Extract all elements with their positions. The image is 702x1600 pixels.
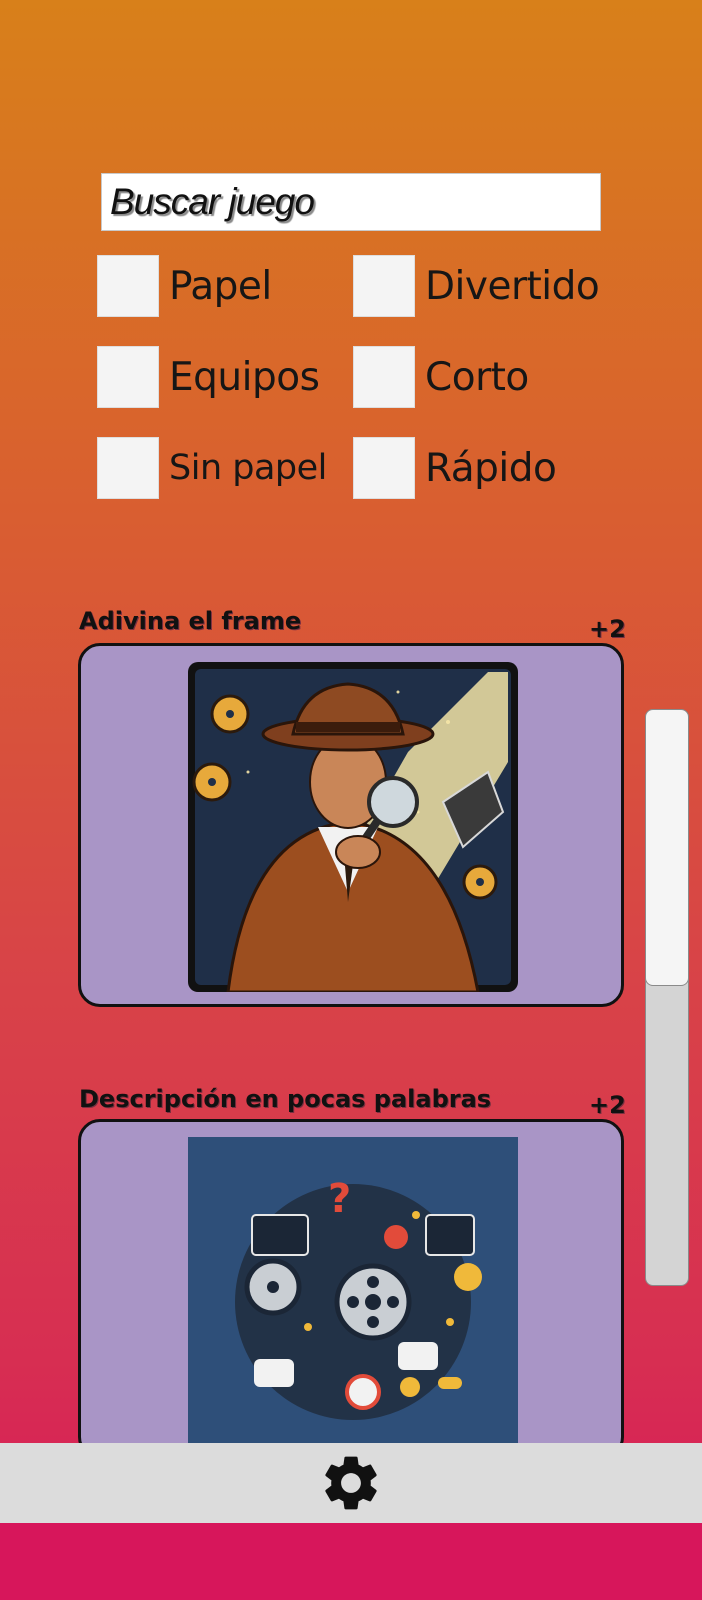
- search-input[interactable]: Buscar juego: [101, 173, 601, 231]
- filter-label: Papel: [169, 263, 272, 309]
- filter-label: Rápido: [425, 445, 557, 491]
- filter-label: Corto: [425, 354, 529, 400]
- checkbox[interactable]: [97, 346, 159, 408]
- checkbox[interactable]: [97, 437, 159, 499]
- bottom-bar: [0, 1443, 702, 1523]
- game-card-adivina-el-frame[interactable]: [78, 643, 624, 1007]
- checkbox[interactable]: [353, 255, 415, 317]
- detective-film-icon: [188, 662, 518, 992]
- checkbox[interactable]: [353, 346, 415, 408]
- game-count-badge: +2: [589, 615, 626, 643]
- checkbox[interactable]: [353, 437, 415, 499]
- checkbox[interactable]: [97, 255, 159, 317]
- svg-text:?: ?: [328, 1176, 351, 1222]
- filter-divertido[interactable]: Divertido: [353, 255, 600, 317]
- filter-sin-papel[interactable]: Sin papel: [97, 437, 327, 499]
- scrollbar-thumb[interactable]: [645, 709, 689, 986]
- filter-label: Divertido: [425, 263, 600, 309]
- game-count-badge: +2: [589, 1091, 626, 1119]
- scrollbar[interactable]: [645, 709, 689, 1286]
- film-words-collage-icon: ?: [188, 1137, 518, 1456]
- game-card-descripcion[interactable]: ?: [78, 1119, 624, 1459]
- game-title: Descripción en pocas palabras: [79, 1085, 492, 1113]
- filter-equipos[interactable]: Equipos: [97, 346, 320, 408]
- search-placeholder: Buscar juego: [110, 181, 315, 222]
- game-title: Adivina el frame: [79, 607, 302, 635]
- gear-icon[interactable]: [318, 1450, 384, 1516]
- filter-rapido[interactable]: Rápido: [353, 437, 557, 499]
- filter-corto[interactable]: Corto: [353, 346, 529, 408]
- filter-label: Equipos: [169, 354, 320, 400]
- filter-label: Sin papel: [169, 448, 327, 488]
- filter-papel[interactable]: Papel: [97, 255, 272, 317]
- bottom-strip: [0, 1523, 702, 1600]
